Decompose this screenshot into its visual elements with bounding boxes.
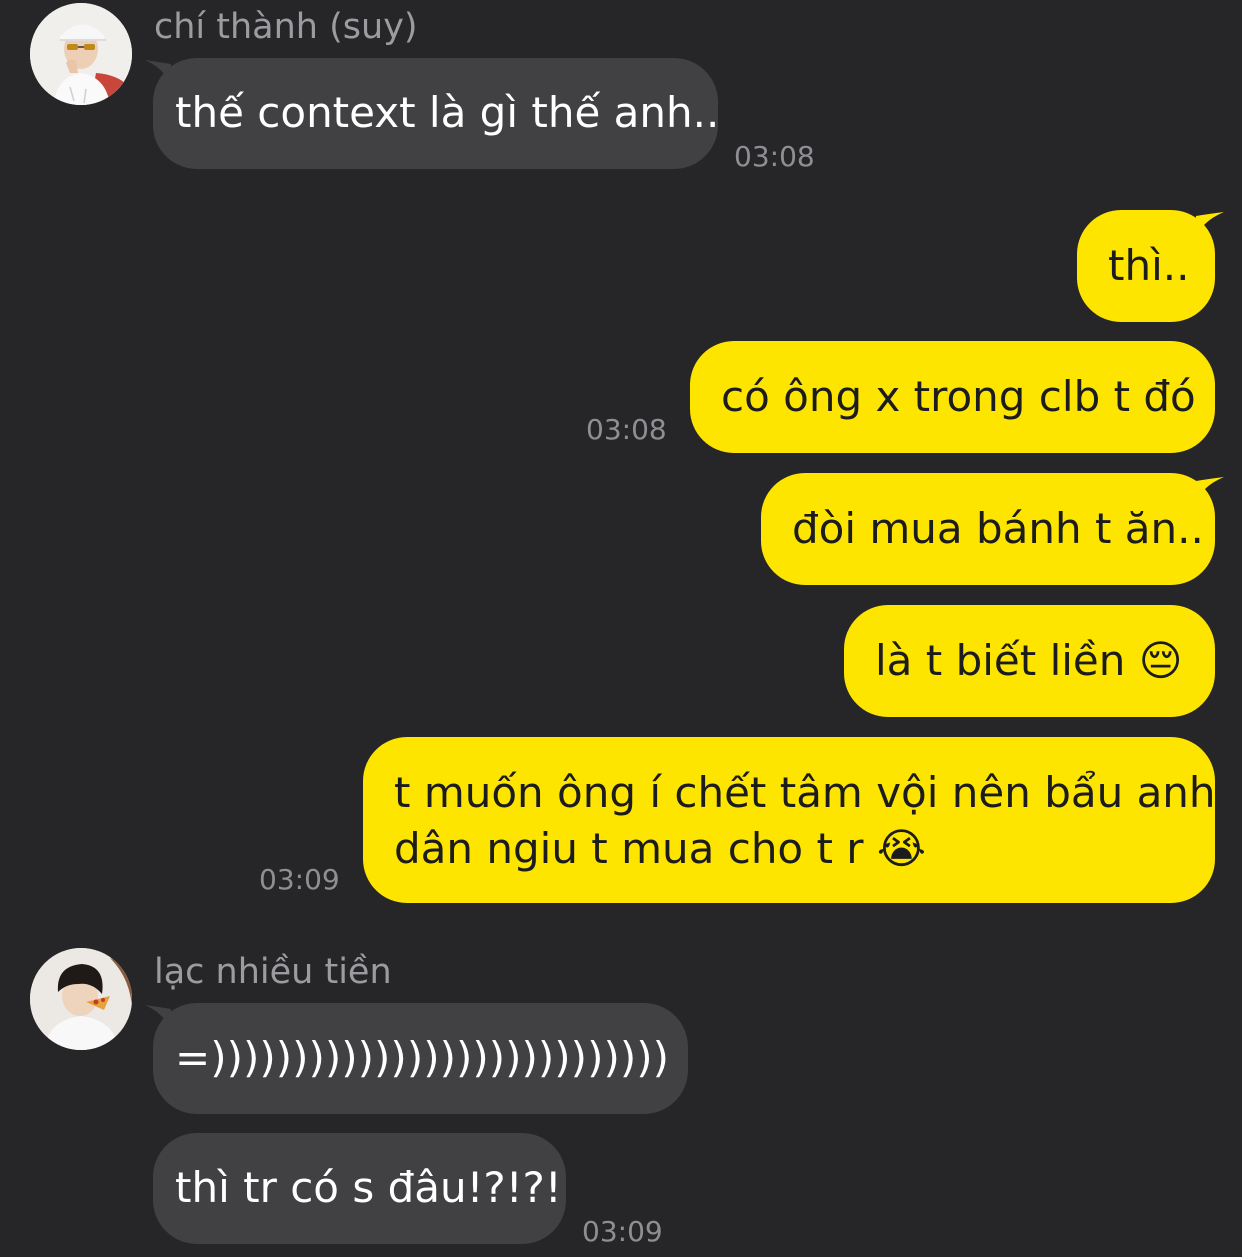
message-text: thì tr có s đâu!?!?! <box>175 1163 562 1212</box>
message-text: đòi mua bánh t ăn.. <box>792 504 1204 553</box>
bubble-tail <box>1196 475 1226 505</box>
message-text-line: dân ngiu t mua cho t r 😭 <box>394 824 926 873</box>
message-text: =)))))))))))))))))))))))))))) <box>175 1033 669 1082</box>
message-bubble-outgoing[interactable]: thì.. <box>1077 210 1215 322</box>
message-timestamp: 03:08 <box>586 413 667 446</box>
profile-photo-icon <box>30 3 132 105</box>
message-text-line: t muốn ông í chết tâm vội nên bẩu anh <box>394 768 1216 817</box>
message-timestamp: 03:08 <box>734 140 815 173</box>
sender-name: lạc nhiều tiền <box>154 952 392 992</box>
avatar[interactable] <box>30 948 132 1050</box>
message-bubble-incoming[interactable]: =)))))))))))))))))))))))))))) <box>153 1003 688 1114</box>
message-timestamp: 03:09 <box>582 1215 663 1248</box>
message-text: là t biết liền 😔 <box>875 636 1183 685</box>
message-text: thì.. <box>1108 241 1190 290</box>
avatar[interactable] <box>30 3 132 105</box>
message-bubble-outgoing[interactable]: t muốn ông í chết tâm vội nên bẩu anh dâ… <box>363 737 1216 903</box>
message-timestamp: 03:09 <box>259 863 340 896</box>
message-bubble-incoming[interactable]: thế context là gì thế anh.. <box>153 58 720 169</box>
message-text: có ông x trong clb t đó <box>721 372 1196 421</box>
message-bubble-incoming[interactable]: thì tr có s đâu!?!?! <box>153 1133 566 1244</box>
message-bubble-outgoing[interactable]: đòi mua bánh t ăn.. <box>761 473 1215 585</box>
message-text: thế context là gì thế anh.. <box>175 88 720 137</box>
profile-photo-icon <box>30 948 132 1050</box>
sender-name: chí thành (suy) <box>154 7 418 47</box>
bubble-tail <box>1196 210 1226 240</box>
message-bubble-outgoing[interactable]: có ông x trong clb t đó <box>690 341 1215 453</box>
message-bubble-outgoing[interactable]: là t biết liền 😔 <box>844 605 1215 717</box>
